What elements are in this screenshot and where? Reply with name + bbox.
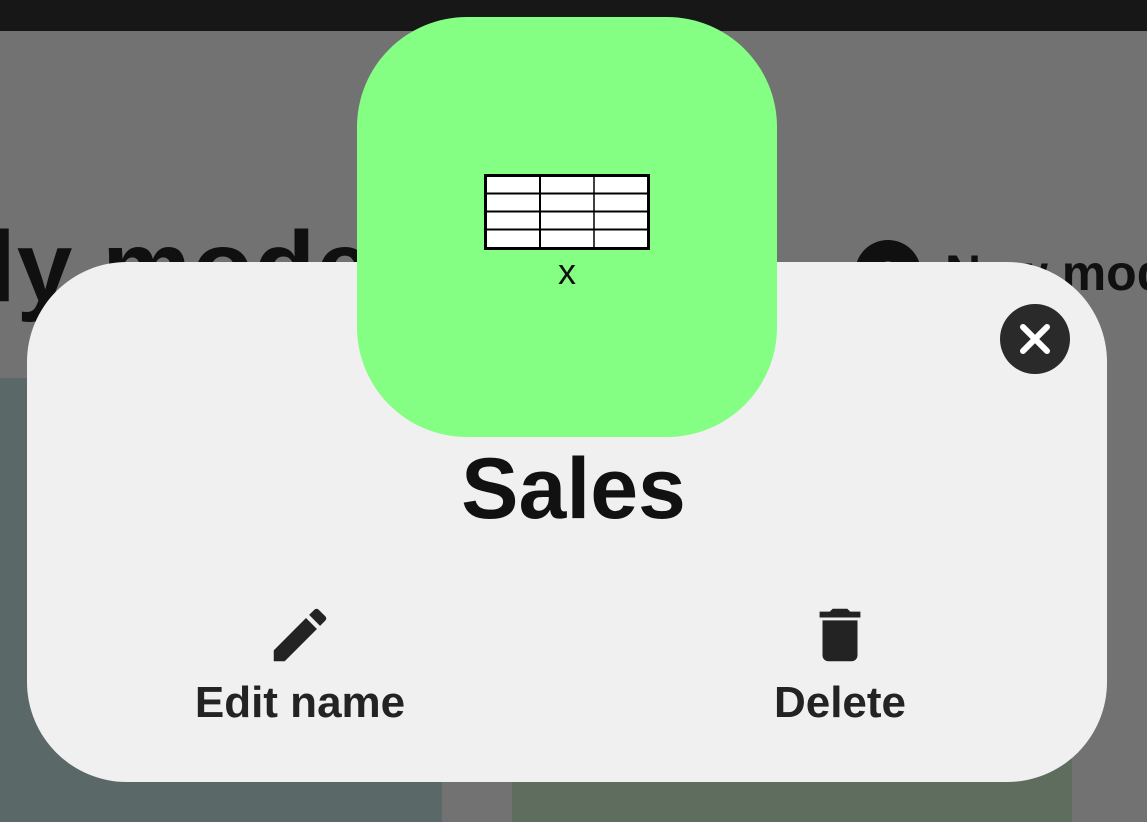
edit-name-label: Edit name (194, 678, 406, 727)
screen: ly mode + New mod x Sales Edit name (0, 0, 1147, 822)
close-button[interactable] (1000, 304, 1070, 374)
tile-caption: x (558, 251, 576, 292)
close-icon (1020, 324, 1050, 354)
trash-icon (819, 608, 861, 662)
delete-label: Delete (773, 678, 907, 727)
delete-button[interactable]: Delete (740, 600, 940, 728)
model-tile: x (357, 17, 777, 437)
model-name: Sales (461, 441, 686, 537)
pencil-icon (273, 608, 327, 662)
table-icon (484, 174, 650, 250)
edit-name-button[interactable]: Edit name (180, 600, 420, 728)
